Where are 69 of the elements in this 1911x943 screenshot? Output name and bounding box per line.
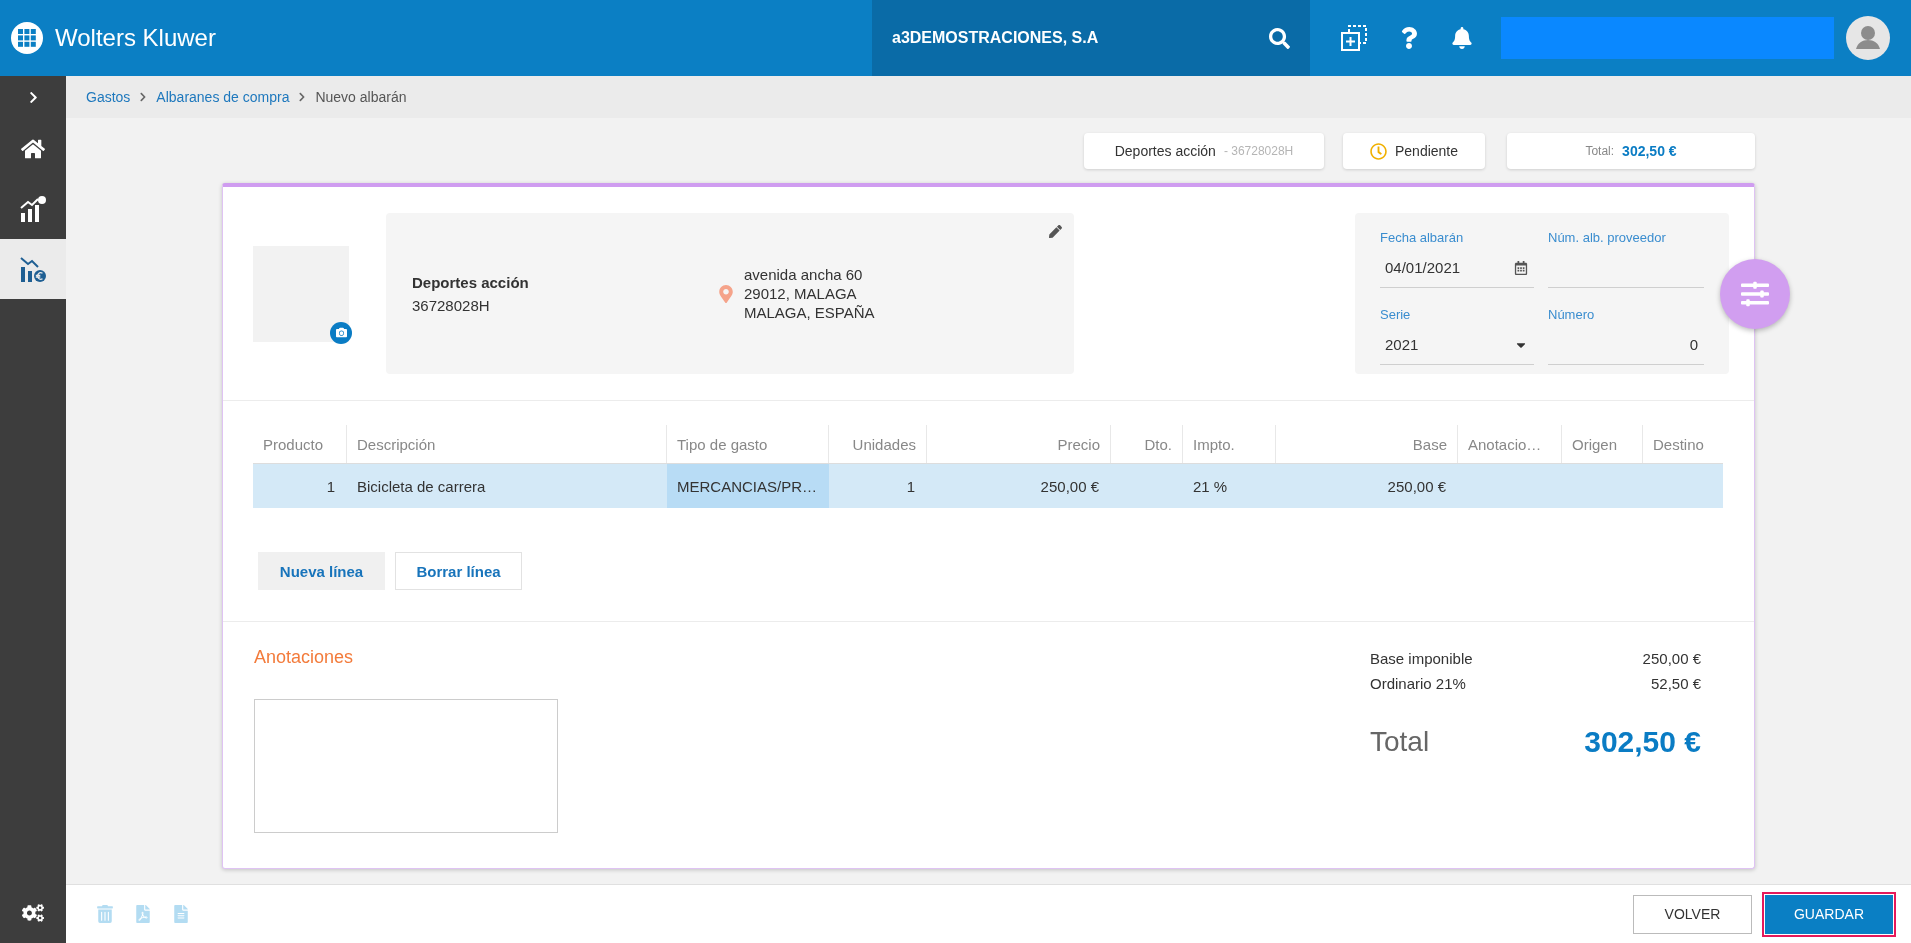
sliders-icon — [1741, 280, 1769, 308]
calendar-icon — [1514, 260, 1528, 275]
search-icon[interactable] — [1269, 27, 1290, 49]
column-header: Precio — [927, 425, 1111, 463]
tax-id: - 36728028H — [1223, 144, 1294, 158]
brand-name: Wolters Kluwer — [55, 24, 216, 52]
add-line-button[interactable]: Nueva línea — [258, 552, 385, 590]
table-cell-text: 1 — [905, 476, 916, 497]
settings-icon[interactable] — [22, 902, 44, 924]
avatar-icon[interactable] — [1846, 16, 1890, 60]
save-button[interactable]: GUARDAR — [1765, 894, 1893, 934]
table-cell-text: 1 — [325, 476, 336, 497]
summary-label: Base imponible — [1370, 649, 1473, 669]
column-header: Impto. — [1183, 425, 1276, 463]
back-button[interactable]: VOLVER — [1633, 894, 1752, 934]
total-label: Total: — [1585, 144, 1615, 158]
address-line: avenida ancha 60 — [744, 265, 863, 284]
summary-label: Ordinario 21% — [1370, 674, 1466, 694]
map-pin-icon — [717, 284, 735, 303]
table-cell-text: 21 % — [1192, 476, 1229, 497]
notes-field[interactable] — [254, 699, 558, 833]
table-cell-text: 250,00 € — [1386, 476, 1447, 497]
table-cell: MERCANCIAS/PR… — [667, 464, 829, 508]
logo-icon — [11, 22, 43, 54]
tax-id: 36728028H — [412, 296, 490, 314]
notes-title: Anotaciones — [254, 646, 354, 668]
status-label: Pendiente — [1394, 143, 1459, 159]
summary-value: 52,50 € — [1650, 674, 1701, 694]
grand-total-label: Total — [1370, 726, 1430, 758]
breadcrumb-link[interactable]: Albaranes de compra — [156, 89, 290, 105]
supplier-name: Deportes acción — [412, 273, 529, 291]
chart-coin-icon — [19, 255, 47, 283]
supplier-name: Deportes acción — [1114, 143, 1216, 159]
sidebar-item[interactable] — [0, 239, 66, 299]
clock-icon — [1369, 142, 1387, 160]
field-label: Serie — [1380, 307, 1411, 323]
bar-chart-icon — [19, 195, 47, 223]
column-header: Anotacio… — [1458, 425, 1562, 463]
column-header: Unidades — [829, 425, 927, 463]
home-icon — [21, 137, 45, 161]
dashed-square-plus-icon[interactable] — [1341, 25, 1367, 51]
column-header: Destino — [1652, 434, 1705, 455]
table-cell-text: Bicicleta de carrera — [356, 476, 487, 497]
grand-total-value: 302,50 € — [1584, 725, 1701, 759]
total-value: 302,50 € — [1622, 143, 1677, 159]
select-field[interactable]: 2021 — [1380, 325, 1534, 365]
breadcrumb-current: Nuevo albarán — [315, 89, 407, 105]
date-field[interactable]: 04/01/2021 — [1380, 248, 1534, 288]
column-header: Dto. — [1111, 425, 1183, 463]
column-header: Descripción — [347, 425, 667, 463]
column-header: Producto — [253, 425, 347, 463]
table-row[interactable]: 1 Bicicleta de carrera MERCANCIAS/PR… 1 250,00 € 21 % 250,00 € — [253, 464, 1723, 508]
address-line: 29012, MALAGA — [744, 284, 857, 303]
table-cell-text: 250,00 € — [1039, 476, 1100, 497]
delete-line-button[interactable]: Borrar línea — [395, 552, 522, 590]
camera-icon[interactable] — [330, 321, 352, 344]
address-line: MALAGA, ESPAÑA — [744, 303, 875, 322]
breadcrumb-link[interactable]: Gastos — [86, 89, 131, 105]
bell-icon[interactable] — [1451, 27, 1473, 49]
number-field[interactable]: 0 — [1548, 325, 1704, 365]
pencil-icon[interactable] — [1049, 225, 1062, 238]
company-name: a3DEMOSTRACIONES, S.A — [892, 29, 1099, 47]
field-label: Número — [1548, 307, 1595, 323]
column-header: Base — [1276, 425, 1458, 463]
column-header: Tipo de gasto — [667, 425, 829, 463]
field-label: Fecha albarán — [1380, 230, 1464, 246]
column-header: Origen — [1562, 425, 1643, 463]
summary-value: 250,00 € — [1642, 649, 1701, 669]
field-label: Núm. alb. proveedor — [1548, 230, 1666, 246]
